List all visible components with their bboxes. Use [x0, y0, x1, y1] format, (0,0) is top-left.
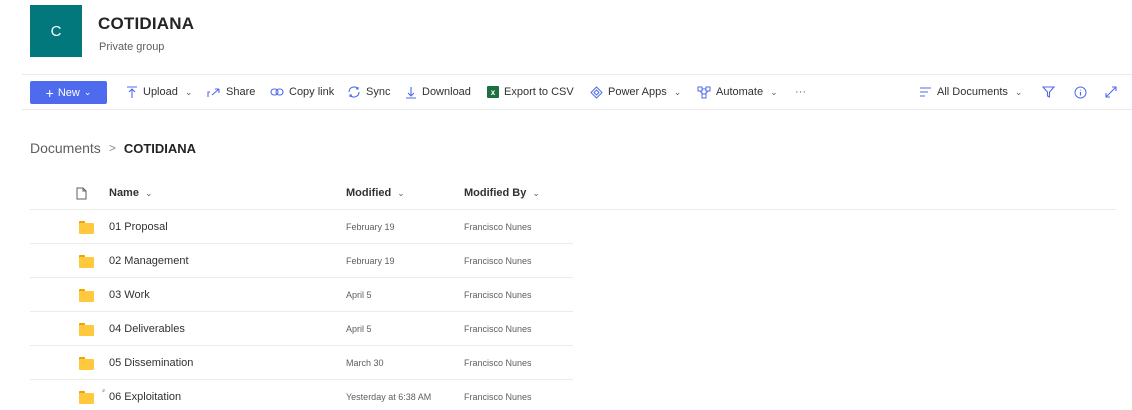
row-modified-by: Francisco Nunes	[464, 290, 532, 300]
info-button[interactable]	[1074, 75, 1087, 109]
group-header: C COTIDIANA Private group	[0, 0, 1132, 74]
download-icon	[406, 86, 416, 99]
row-name[interactable]: 05 Dissemination	[109, 346, 193, 380]
filter-button[interactable]	[1042, 75, 1055, 109]
table-row[interactable]: 01 Proposal February 19 Francisco Nunes	[30, 210, 573, 244]
row-modified: Yesterday at 6:38 AM	[346, 392, 432, 402]
row-name[interactable]: 04 Deliverables	[109, 312, 185, 346]
modified-column-header[interactable]: Modified ⌄	[346, 176, 405, 210]
more-icon: ···	[795, 86, 806, 98]
download-button[interactable]: Download	[405, 75, 471, 109]
automate-button[interactable]: Automate ⌄	[697, 75, 778, 109]
view-list-icon	[920, 87, 931, 97]
sync-button[interactable]: Sync	[347, 75, 390, 109]
command-bar: + New ⌄ Upload ⌄ Share Copy link Sync Do…	[22, 74, 1132, 110]
modified-column-label: Modified	[346, 187, 392, 199]
table-row[interactable]: 03 Work April 5 Francisco Nunes	[30, 278, 573, 312]
table-row[interactable]: 05 Dissemination March 30 Francisco Nune…	[30, 346, 573, 380]
expand-button[interactable]	[1105, 75, 1117, 109]
power-apps-button[interactable]: Power Apps ⌄	[590, 75, 681, 109]
view-selector-label: All Documents	[937, 86, 1008, 98]
file-type-column-header[interactable]	[76, 176, 87, 210]
automate-icon	[697, 86, 711, 98]
folder-icon	[79, 323, 94, 336]
folder-icon	[79, 357, 94, 370]
row-name[interactable]: 01 Proposal	[109, 210, 168, 244]
upload-icon	[127, 85, 137, 98]
row-modified: April 5	[346, 290, 372, 300]
chevron-down-icon: ⌄	[1014, 86, 1023, 97]
row-modified: February 19	[346, 222, 395, 232]
upload-label: Upload	[143, 86, 178, 98]
share-button[interactable]: Share	[207, 75, 255, 109]
filter-icon	[1042, 86, 1055, 98]
chevron-down-icon: ⌄	[397, 187, 405, 198]
chevron-down-icon: ⌄	[770, 86, 778, 97]
plus-icon: +	[45, 84, 54, 101]
sync-icon	[348, 86, 360, 98]
share-icon	[207, 88, 220, 97]
export-csv-label: Export to CSV	[504, 86, 574, 98]
breadcrumb-documents[interactable]: Documents	[30, 140, 101, 156]
group-logo-letter: C	[50, 22, 62, 40]
table-header: Name ⌄ Modified ⌄ Modified By ⌄	[30, 176, 1116, 210]
new-item-indicator-icon: ⸗	[102, 385, 105, 395]
row-modified-by: Francisco Nunes	[464, 324, 532, 334]
link-icon	[270, 88, 284, 96]
export-csv-button[interactable]: x Export to CSV	[487, 75, 574, 109]
info-icon	[1074, 86, 1087, 98]
folder-icon	[79, 289, 94, 302]
copy-link-label: Copy link	[289, 86, 335, 98]
name-column-header[interactable]: Name ⌄	[109, 176, 153, 210]
chevron-down-icon: ⌄	[184, 86, 193, 97]
row-modified: February 19	[346, 256, 395, 266]
file-table: Name ⌄ Modified ⌄ Modified By ⌄ 01 Propo…	[30, 176, 1116, 410]
modified-by-column-label: Modified By	[464, 187, 527, 199]
power-apps-icon	[590, 85, 603, 99]
chevron-down-icon: ⌄	[673, 86, 682, 97]
row-name[interactable]: 06 Exploitation	[109, 380, 181, 410]
breadcrumb-current: COTIDIANA	[123, 140, 197, 156]
row-modified-by: Francisco Nunes	[464, 358, 532, 368]
new-button[interactable]: + New ⌄	[30, 81, 107, 104]
upload-button[interactable]: Upload ⌄	[126, 75, 192, 109]
chevron-down-icon: ⌄	[83, 87, 92, 97]
automate-label: Automate	[716, 86, 764, 98]
table-row[interactable]: 02 Management February 19 Francisco Nune…	[30, 244, 573, 278]
row-name[interactable]: 02 Management	[109, 244, 189, 278]
name-column-label: Name	[109, 187, 139, 199]
chevron-right-icon: >	[108, 141, 116, 155]
row-name[interactable]: 03 Work	[109, 278, 150, 312]
power-apps-label: Power Apps	[608, 86, 667, 98]
folder-icon	[79, 221, 94, 234]
new-button-label: New	[57, 86, 80, 99]
row-modified: April 5	[346, 324, 372, 334]
group-logo[interactable]: C	[30, 5, 82, 57]
more-options-button[interactable]: ···	[795, 75, 806, 109]
view-selector[interactable]: All Documents ⌄	[919, 75, 1022, 109]
folder-icon	[79, 391, 94, 404]
excel-icon: x	[487, 86, 499, 98]
share-label: Share	[226, 86, 256, 98]
table-row[interactable]: 04 Deliverables April 5 Francisco Nunes	[30, 312, 573, 346]
chevron-down-icon: ⌄	[144, 187, 153, 198]
row-modified-by: Francisco Nunes	[464, 256, 532, 266]
row-modified: March 30	[346, 358, 384, 368]
document-icon	[76, 187, 87, 199]
sync-label: Sync	[366, 86, 391, 98]
download-label: Download	[422, 86, 471, 98]
modified-by-column-header[interactable]: Modified By ⌄	[464, 176, 540, 210]
copy-link-button[interactable]: Copy link	[270, 75, 334, 109]
breadcrumb: Documents > COTIDIANA	[30, 140, 196, 156]
row-modified-by: Francisco Nunes	[464, 392, 532, 402]
row-modified-by: Francisco Nunes	[464, 222, 532, 232]
expand-icon	[1105, 86, 1117, 98]
table-row[interactable]: ⸗ 06 Exploitation Yesterday at 6:38 AM F…	[30, 380, 573, 410]
group-subtitle: Private group	[99, 41, 165, 53]
folder-icon	[79, 255, 94, 268]
group-title[interactable]: COTIDIANA	[98, 14, 194, 34]
chevron-down-icon: ⌄	[532, 187, 540, 198]
